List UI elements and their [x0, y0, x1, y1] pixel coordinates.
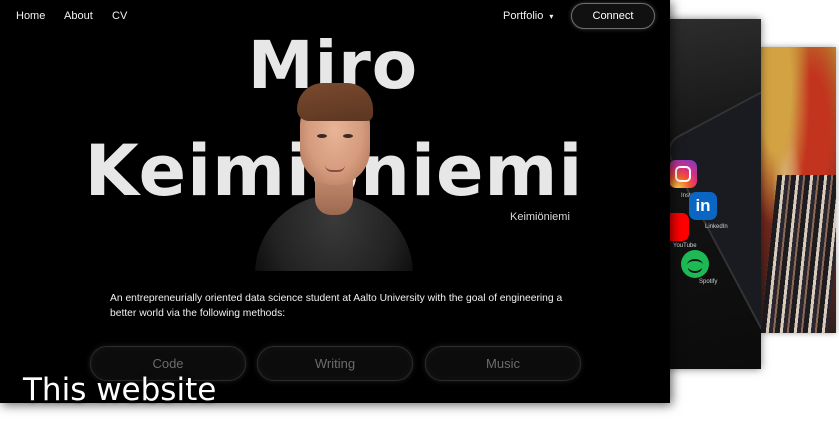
- music-button[interactable]: Music: [425, 346, 581, 381]
- linkedin-icon: in: [689, 192, 717, 220]
- connect-button[interactable]: Connect: [571, 3, 655, 29]
- surname-caption: Keimiöniemi: [510, 211, 570, 223]
- instagram-icon: [669, 160, 697, 188]
- striped-shirt-image: [761, 175, 836, 333]
- chevron-down-icon: ▾: [549, 12, 554, 21]
- preview-card-art[interactable]: [761, 47, 836, 333]
- intro-text: An entrepreneurially oriented data scien…: [110, 293, 563, 319]
- app-label-spotify: Spotify: [699, 279, 718, 285]
- writing-button[interactable]: Writing: [257, 346, 413, 381]
- app-label-linkedin: LinkedIn: [705, 224, 728, 230]
- nav-portfolio-label: Portfolio: [503, 10, 544, 22]
- nav-portfolio-dropdown[interactable]: Portfolio ▾: [503, 10, 553, 22]
- nav-home-link[interactable]: Home: [16, 10, 45, 22]
- app-label-youtube: YouTube: [673, 243, 697, 249]
- nav-cv-link[interactable]: CV: [112, 10, 127, 22]
- spotify-icon: [681, 250, 709, 278]
- nav-about-link[interactable]: About: [64, 10, 93, 22]
- portrait-photo: [255, 83, 413, 271]
- preview-caption: This website: [23, 372, 217, 408]
- website-preview[interactable]: Home About CV Portfolio ▾ Connect Miro K…: [0, 0, 670, 403]
